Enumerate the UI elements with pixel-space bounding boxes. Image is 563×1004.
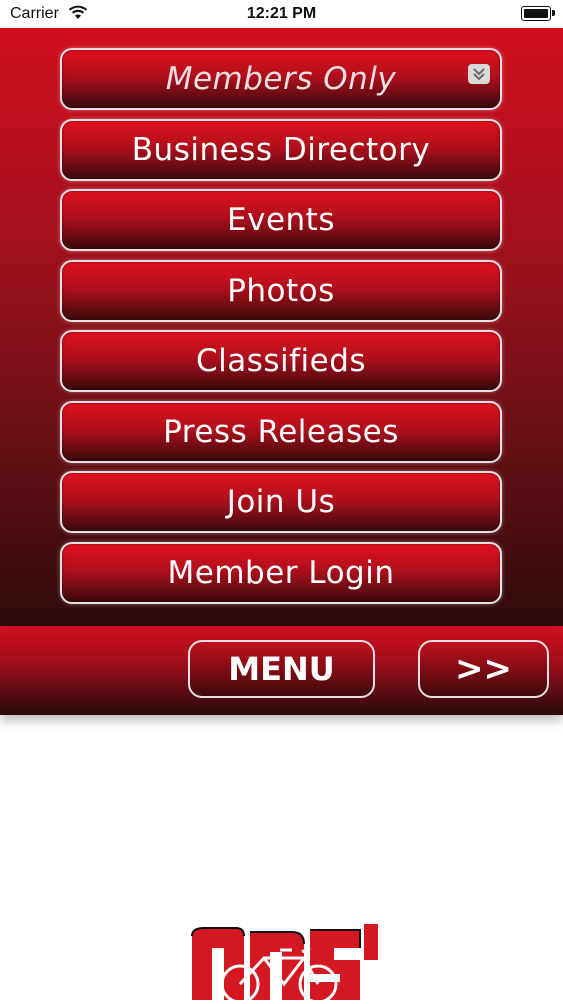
menu-item-photos[interactable]: Photos (60, 260, 502, 322)
battery-icon (521, 6, 555, 21)
chevron-double-down-icon[interactable] (468, 64, 490, 84)
menu-item-business-directory[interactable]: Business Directory (60, 119, 502, 181)
bottom-bar: MENU >> (0, 626, 563, 715)
menu-item-press-releases[interactable]: Press Releases (60, 401, 502, 463)
menu-item-label: Members Only (165, 61, 397, 97)
menu-item-member-login[interactable]: Member Login (60, 542, 502, 604)
menu-item-events[interactable]: Events (60, 189, 502, 251)
menu-item-label: Press Releases (163, 414, 399, 450)
status-bar: Carrier 12:21 PM (0, 0, 563, 28)
menu-item-classifieds[interactable]: Classifieds (60, 330, 502, 392)
menu-item-join-us[interactable]: Join Us (60, 471, 502, 533)
menu-item-label: Events (227, 202, 335, 238)
menu-item-members-only[interactable]: Members Only (60, 48, 502, 110)
next-button[interactable]: >> (418, 640, 549, 698)
bicycle-logo (184, 922, 380, 1004)
menu-item-label: Member Login (167, 555, 395, 591)
menu-item-label: Business Directory (131, 132, 431, 168)
menu-item-label: Photos (227, 273, 335, 309)
menu-item-label: Classifieds (195, 343, 367, 379)
menu-item-label: Join Us (226, 484, 336, 520)
menu-button[interactable]: MENU (188, 640, 375, 698)
menu-panel: Members Only Business Directory Events P… (0, 28, 563, 626)
status-time: 12:21 PM (246, 5, 317, 22)
